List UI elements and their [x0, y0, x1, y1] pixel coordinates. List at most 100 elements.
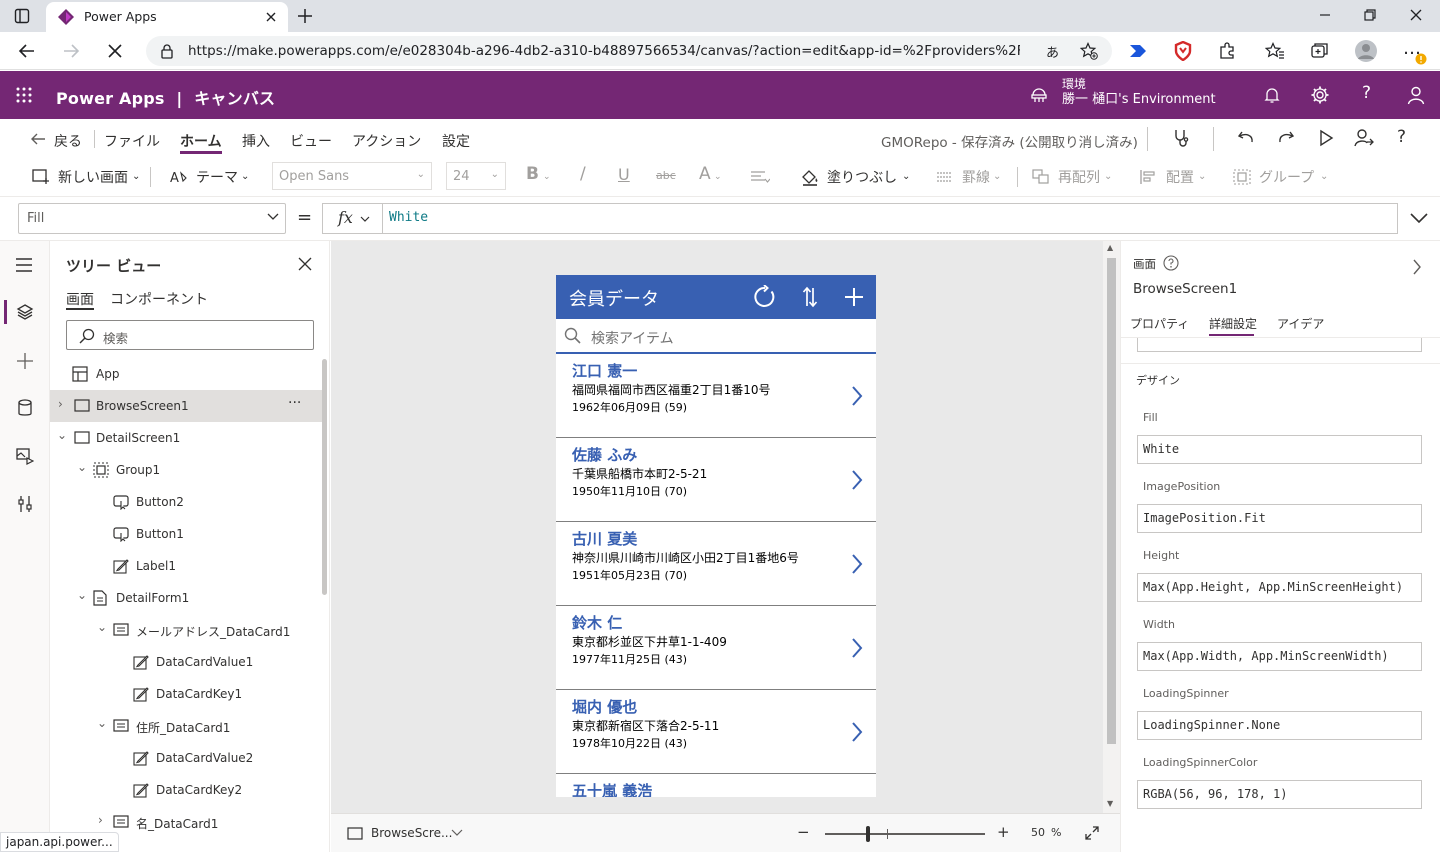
chevron-right-icon[interactable]	[851, 721, 863, 743]
menu-settings[interactable]: 設定	[442, 131, 470, 151]
menu-action[interactable]: アクション	[352, 131, 421, 151]
chevron-down-icon[interactable]: ⌄	[97, 716, 107, 730]
forward-icon[interactable]	[62, 42, 80, 60]
chevron-right-icon[interactable]	[851, 385, 863, 407]
media-icon[interactable]	[16, 447, 34, 465]
tree-node-datacard-value1[interactable]: DataCardValue1	[50, 646, 322, 678]
menu-view[interactable]: ビュー	[290, 131, 332, 151]
bold-button[interactable]: B	[526, 164, 539, 184]
share-user-icon[interactable]	[1354, 128, 1374, 148]
tab-components[interactable]: コンポーネント	[110, 289, 208, 309]
underline-button[interactable]: U	[618, 165, 630, 184]
chevron-down-icon[interactable]: ⌄	[97, 620, 107, 634]
add-icon[interactable]	[844, 287, 864, 307]
image-position-field[interactable]: ImagePosition.Fit	[1137, 504, 1422, 533]
clipped-field[interactable]	[1137, 338, 1422, 352]
menu-home[interactable]: ホーム	[180, 131, 222, 151]
favorites-icon[interactable]	[1265, 42, 1285, 60]
screen-selector[interactable]: BrowseScre...	[371, 826, 452, 840]
tree-search-input[interactable]: 検索	[66, 320, 314, 350]
chevron-down-icon[interactable]	[451, 829, 463, 837]
tools-icon[interactable]	[17, 495, 33, 513]
canvas-vertical-scrollbar[interactable]: ▲ ▼	[1103, 241, 1120, 813]
property-dropdown[interactable]: Fill	[18, 203, 286, 234]
scroll-up-icon[interactable]: ▲	[1107, 243, 1113, 252]
environment-picker[interactable]: 環境 勝一 樋口's Environment	[1062, 76, 1216, 108]
chevron-right-icon[interactable]: ›	[98, 813, 103, 827]
tree-node-group[interactable]: ⌄ Group1	[50, 454, 322, 486]
fx-button[interactable]: fx	[322, 203, 382, 234]
border-button[interactable]: 罫線	[962, 167, 990, 187]
chevron-down-icon[interactable]: ⌄	[77, 460, 87, 474]
brand-name[interactable]: Power Apps	[56, 89, 165, 108]
minimize-icon[interactable]	[1318, 8, 1332, 22]
translate-icon[interactable]: あ	[1046, 42, 1059, 61]
chevron-right-icon[interactable]	[851, 553, 863, 575]
chevron-right-icon[interactable]	[851, 469, 863, 491]
loading-spinner-field[interactable]: LoadingSpinner.None	[1137, 711, 1422, 740]
tree-node-datacard-key2[interactable]: DataCardKey2	[50, 774, 322, 806]
formula-input[interactable]: White	[382, 203, 1398, 234]
account-icon[interactable]	[1406, 85, 1426, 105]
font-dropdown[interactable]: Open Sans ⌄	[272, 162, 432, 190]
theme-button[interactable]: テーマ	[196, 167, 238, 187]
back-arrow-icon[interactable]	[30, 132, 46, 146]
preview-play-icon[interactable]	[1318, 129, 1334, 147]
new-screen-icon[interactable]	[32, 169, 50, 185]
tree-node-app[interactable]: App	[50, 358, 322, 390]
chevron-right-icon[interactable]	[851, 637, 863, 659]
loading-spinner-color-field[interactable]: RGBA(56, 96, 178, 1)	[1137, 780, 1422, 809]
chevron-down-icon[interactable]: ⌄	[1104, 171, 1112, 182]
help-circle-icon[interactable]	[1163, 255, 1179, 271]
chevron-down-icon[interactable]: ⌄	[1320, 171, 1328, 182]
expand-formula-icon[interactable]	[1409, 212, 1429, 224]
chevron-down-icon[interactable]: ⌄	[1198, 171, 1206, 182]
align-button[interactable]: 配置	[1166, 167, 1194, 187]
chevron-down-icon[interactable]: ⌄	[77, 588, 87, 602]
list-item[interactable]: 鈴木 仁 東京都杉並区下井草1-1-409 1977年11月25日 (43)	[556, 606, 876, 690]
reorder-button[interactable]: 再配列	[1058, 167, 1100, 187]
tree-node-detail-screen[interactable]: ⌄ DetailScreen1	[50, 422, 322, 454]
font-color-button[interactable]: A	[699, 164, 711, 184]
tree-view-layers-icon[interactable]	[16, 303, 34, 321]
chevron-down-icon[interactable]: ⌄	[57, 428, 67, 442]
list-item[interactable]: 古川 夏美 神奈川県川崎市川崎区小田2丁目1番地6号 1951年05月23日 (…	[556, 522, 876, 606]
back-icon[interactable]	[18, 42, 36, 60]
chevron-down-icon[interactable]: ⌄	[993, 171, 1001, 182]
new-tab-icon[interactable]	[296, 7, 314, 25]
browser-tab[interactable]: Power Apps	[46, 2, 288, 32]
tree-node-address-card[interactable]: ⌄ 住所_DataCard1	[50, 710, 322, 742]
width-field[interactable]: Max(App.Width, App.MinScreenWidth)	[1137, 642, 1422, 671]
lock-icon[interactable]	[160, 43, 174, 59]
redo-icon[interactable]	[1277, 129, 1295, 147]
new-screen-button[interactable]: 新しい画面	[58, 167, 128, 187]
close-panel-icon[interactable]	[298, 257, 312, 271]
reorder-icon[interactable]	[1032, 169, 1050, 185]
zoom-out-button[interactable]: −	[797, 823, 810, 841]
tree-node-button1[interactable]: Button1	[50, 518, 322, 550]
tree-node-label1[interactable]: Label1	[50, 550, 322, 582]
tree-node-email-card[interactable]: ⌄ メールアドレス_DataCard1	[50, 614, 322, 646]
shield-extension-icon[interactable]	[1174, 41, 1192, 61]
add-favorite-icon[interactable]	[1080, 42, 1098, 60]
list-item[interactable]: 江口 憲一 福岡県福岡市西区福重2丁目1番10号 1962年06月09日 (59…	[556, 354, 876, 438]
back-button[interactable]: 戻る	[54, 131, 82, 151]
italic-button[interactable]: /	[580, 164, 586, 184]
restore-icon[interactable]	[1363, 8, 1377, 22]
tab-advanced[interactable]: 詳細設定	[1209, 315, 1257, 332]
tab-actions-icon[interactable]	[14, 8, 30, 24]
tab-ideas[interactable]: アイデア	[1277, 315, 1324, 332]
list-item[interactable]: 五十嵐 義浩	[556, 774, 876, 797]
group-button[interactable]: グループ	[1259, 167, 1314, 187]
strikethrough-button[interactable]: abc	[656, 169, 676, 182]
close-tab-icon[interactable]	[264, 10, 278, 24]
stop-loading-icon[interactable]	[106, 42, 124, 60]
fill-bucket-icon[interactable]	[800, 168, 820, 186]
border-icon[interactable]	[936, 171, 952, 183]
tree-node-button2[interactable]: Button2	[50, 486, 322, 518]
menu-insert[interactable]: 挿入	[242, 131, 270, 151]
profile-avatar[interactable]	[1354, 39, 1378, 63]
list-item[interactable]: 堀内 優也 東京都新宿区下落合2-5-11 1978年10月22日 (43)	[556, 690, 876, 774]
extensions-puzzle-icon[interactable]	[1218, 42, 1236, 60]
tree-node-datacard-key1[interactable]: DataCardKey1	[50, 678, 322, 710]
